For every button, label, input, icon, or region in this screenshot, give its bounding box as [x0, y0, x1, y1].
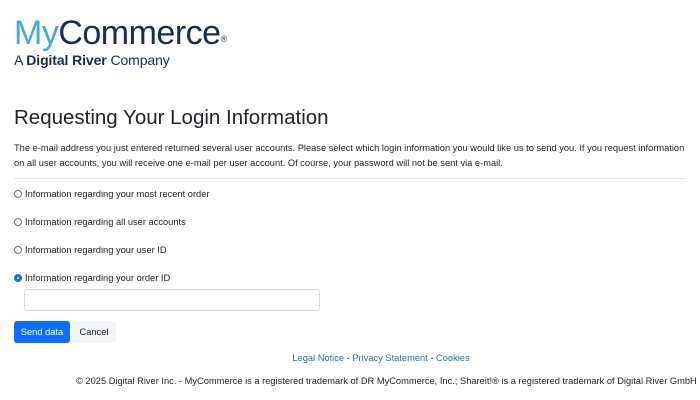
divider — [14, 178, 686, 179]
logo-sub-prefix: A — [14, 52, 23, 68]
footer-separator: - — [427, 353, 437, 363]
option-order-id[interactable]: Information regarding your order ID — [14, 273, 170, 283]
copyright-text: © 2025 Digital River Inc. - MyCommerce i… — [76, 376, 697, 386]
option-label: Information regarding all user accounts — [25, 217, 186, 227]
privacy-statement-link[interactable]: Privacy Statement — [352, 353, 427, 363]
option-label: Information regarding your most recent o… — [25, 189, 210, 199]
legal-notice-link[interactable]: Legal Notice — [292, 353, 344, 363]
logo-sub-brand: Digital River — [26, 52, 107, 68]
radio-most-recent-order[interactable] — [14, 190, 22, 198]
logo-sub-suffix: Company — [110, 52, 170, 68]
footer-links: Legal Notice - Privacy Statement - Cooki… — [0, 353, 700, 363]
send-data-button[interactable]: Send data — [14, 321, 70, 343]
cookies-link[interactable]: Cookies — [436, 353, 470, 363]
option-most-recent-order[interactable]: Information regarding your most recent o… — [14, 189, 209, 199]
logo-tagline: A Digital River Company — [14, 52, 227, 68]
page-title: Requesting Your Login Information — [14, 106, 329, 129]
page-description: The e-mail address you just entered retu… — [14, 143, 685, 168]
option-label: Information regarding your order ID — [25, 273, 171, 283]
radio-all-user-accounts[interactable] — [14, 218, 22, 226]
logo-wordmark: MyCommerce® — [14, 14, 227, 52]
mycommerce-logo: MyCommerce® A Digital River Company — [14, 14, 227, 68]
option-user-id[interactable]: Information regarding your user ID — [14, 245, 167, 255]
option-all-user-accounts[interactable]: Information regarding all user accounts — [14, 217, 186, 227]
order-id-input[interactable] — [24, 289, 320, 311]
option-label: Information regarding your user ID — [25, 245, 167, 255]
logo-commerce: Commerce — [58, 14, 221, 52]
cancel-button[interactable]: Cancel — [72, 321, 116, 343]
logo-registered-mark: ® — [220, 34, 228, 44]
radio-user-id[interactable] — [14, 246, 22, 254]
logo-my: My — [14, 14, 59, 52]
radio-order-id[interactable] — [14, 274, 22, 282]
